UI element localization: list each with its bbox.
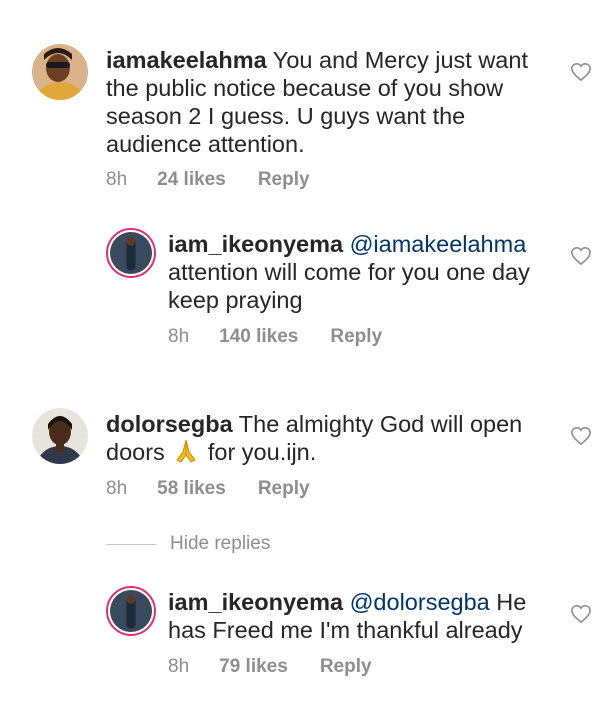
comment-likes[interactable]: 58 likes bbox=[157, 478, 226, 500]
comment-meta: 8h 79 likes Reply bbox=[168, 656, 372, 678]
comment-body-end: for you.ijn. bbox=[201, 439, 317, 465]
comment-username[interactable]: dolorsegba bbox=[106, 411, 233, 437]
comment-time: 8h bbox=[168, 326, 190, 347]
avatar-image bbox=[32, 44, 88, 100]
reply-button[interactable]: Reply bbox=[320, 656, 372, 678]
comment-time: 8h bbox=[168, 656, 190, 677]
like-heart-icon[interactable] bbox=[570, 604, 592, 624]
comment-username[interactable]: iam_ikeonyema bbox=[168, 589, 343, 615]
comment-username[interactable]: iamakeelahma bbox=[106, 47, 267, 73]
mention-link[interactable]: @dolorsegba bbox=[350, 589, 490, 615]
avatar[interactable] bbox=[32, 408, 88, 464]
hide-replies-label[interactable]: Hide replies bbox=[170, 533, 270, 555]
avatar[interactable] bbox=[106, 586, 156, 636]
avatar[interactable] bbox=[32, 44, 88, 100]
comment-text: iam_ikeonyema @iamakeelahma attention wi… bbox=[168, 230, 548, 314]
comment-text: iam_ikeonyema @dolorsegba He has Freed m… bbox=[168, 588, 548, 644]
folded-hands-emoji-icon bbox=[171, 438, 201, 464]
avatar-image bbox=[110, 590, 152, 632]
comment-meta: 8h 24 likes Reply bbox=[106, 169, 310, 191]
comment-likes[interactable]: 79 likes bbox=[219, 656, 288, 678]
comment-meta: 8h 140 likes Reply bbox=[168, 326, 382, 348]
reply-button[interactable]: Reply bbox=[330, 326, 382, 348]
like-heart-icon[interactable] bbox=[570, 426, 592, 446]
hide-replies-divider bbox=[106, 543, 156, 545]
reply-button[interactable]: Reply bbox=[258, 169, 310, 191]
avatar[interactable] bbox=[106, 228, 156, 278]
like-heart-icon[interactable] bbox=[570, 246, 592, 266]
comment-username[interactable]: iam_ikeonyema bbox=[168, 231, 343, 257]
comment-time: 8h bbox=[106, 169, 128, 190]
comment-body: attention will come for you one day keep… bbox=[168, 259, 530, 313]
comment-likes[interactable]: 24 likes bbox=[157, 169, 226, 191]
hide-replies-toggle[interactable]: Hide replies bbox=[106, 533, 270, 555]
comment-text: iamakeelahma You and Mercy just want the… bbox=[106, 46, 546, 158]
comment-meta: 8h 58 likes Reply bbox=[106, 478, 310, 500]
reply-button[interactable]: Reply bbox=[258, 478, 310, 500]
like-heart-icon[interactable] bbox=[570, 62, 592, 82]
avatar-image bbox=[110, 232, 152, 274]
mention-link[interactable]: @iamakeelahma bbox=[350, 231, 527, 257]
avatar-image bbox=[32, 408, 88, 464]
comment-time: 8h bbox=[106, 478, 128, 499]
comment-likes[interactable]: 140 likes bbox=[219, 326, 298, 348]
comment-text: dolorsegba The almighty God will open do… bbox=[106, 410, 546, 466]
